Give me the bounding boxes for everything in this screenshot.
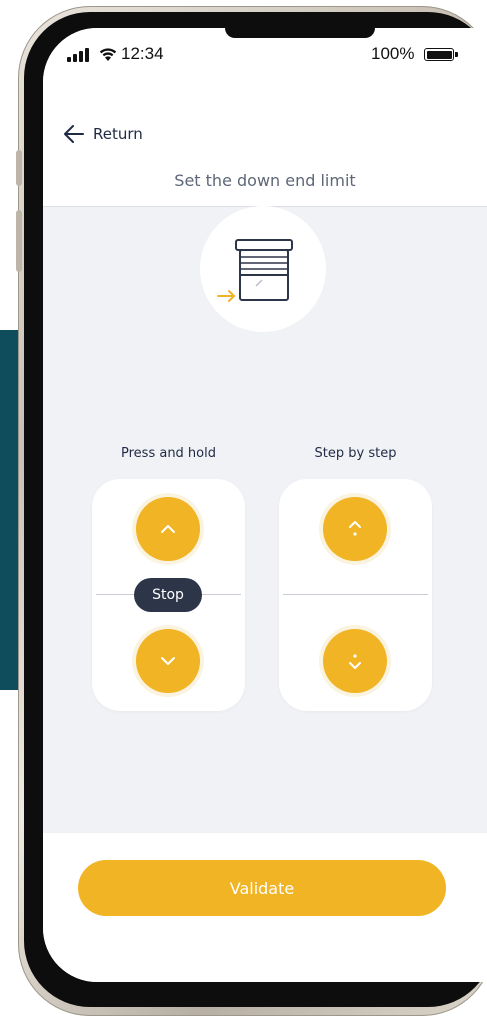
validate-button[interactable]: Validate: [78, 860, 446, 916]
illustration-circle: [200, 206, 326, 332]
page-title: Set the down end limit: [174, 171, 356, 190]
roller-shutter-down-limit-icon: [217, 239, 293, 302]
step-by-step-panel: [279, 479, 432, 711]
footer: Validate: [43, 833, 487, 982]
battery-percentage: 100%: [371, 44, 415, 63]
app-screen: 12:34 100% Return Set the down end limit: [43, 28, 487, 982]
phone-notch: [225, 28, 375, 38]
chevron-up-icon: [161, 525, 175, 533]
press-and-hold-label: Press and hold: [121, 446, 216, 461]
step-up-button[interactable]: [323, 497, 387, 561]
arrow-left-icon: [64, 125, 84, 143]
cellular-signal-icon: [67, 48, 89, 62]
phone-side-button: [16, 150, 22, 186]
step-down-button[interactable]: [323, 629, 387, 693]
hold-down-button[interactable]: [136, 629, 200, 693]
page-header: Return Set the down end limit: [43, 84, 487, 207]
return-button[interactable]: Return: [63, 124, 143, 144]
status-time: 12:34: [121, 44, 164, 63]
phone-side-button: [16, 210, 22, 272]
battery-full-icon: [424, 48, 458, 61]
hold-up-button[interactable]: [136, 497, 200, 561]
step-down-icon: [349, 654, 361, 669]
return-label: Return: [93, 125, 143, 143]
battery-level-fill: [426, 50, 452, 59]
chevron-down-icon: [161, 657, 175, 665]
step-up-icon: [349, 521, 361, 536]
stop-button[interactable]: Stop: [134, 578, 202, 612]
wifi-icon: [99, 48, 117, 61]
panel-divider: [283, 594, 428, 595]
step-by-step-label: Step by step: [314, 446, 397, 461]
press-and-hold-panel: Stop: [92, 479, 245, 711]
